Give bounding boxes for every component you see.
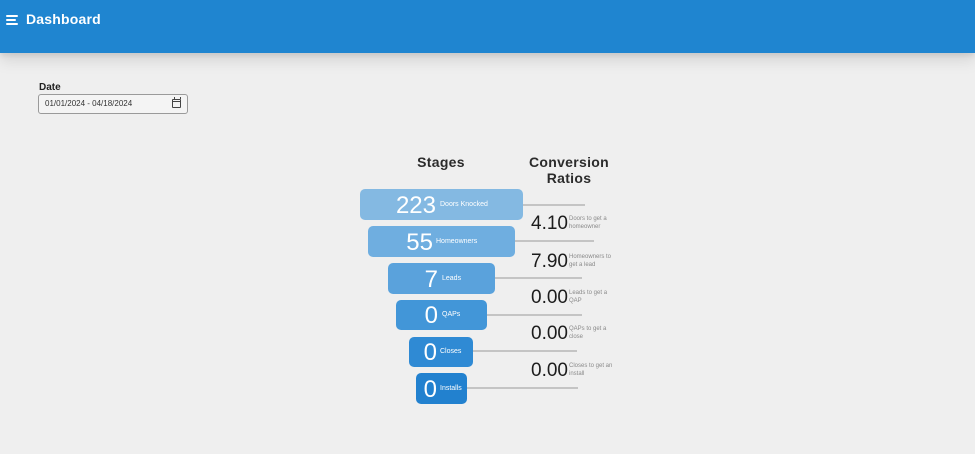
calendar-icon[interactable] [172, 97, 181, 108]
stage-label: Installs [440, 385, 462, 392]
ratio-description: Homeowners to get a lead [569, 254, 612, 268]
stage-leads[interactable]: 7 Leads [388, 263, 495, 294]
ratio-value: 7.90 [531, 251, 568, 272]
ratio-value: 0.00 [531, 360, 568, 381]
stage-value: 0 [424, 302, 438, 329]
stage-label: Leads [442, 275, 462, 282]
ratio-value: 4.10 [531, 213, 568, 234]
ratio-value: 0.00 [531, 287, 568, 308]
stage-label: Closes [440, 348, 462, 355]
stage-label: Doors Knocked [440, 201, 488, 208]
ratio-description: Leads to get a QAP [569, 290, 608, 304]
stage-closes[interactable]: 0 Closes [409, 337, 473, 367]
top-app-bar: Dashboard [0, 0, 975, 53]
stage-qaps[interactable]: 0 QAPs [396, 300, 487, 330]
stage-connector-line [467, 387, 578, 389]
stage-connector-line [515, 240, 594, 242]
date-range-input[interactable]: 01/01/2024 - 04/18/2024 [38, 94, 188, 114]
ratio-description: Doors to get a homeowner [569, 216, 607, 230]
stage-value: 55 [406, 229, 433, 256]
conversion-ratios-heading: Conversion Ratios [528, 154, 609, 186]
stages-heading: Stages [417, 154, 465, 170]
page-title: Dashboard [26, 11, 101, 27]
stage-doors-knocked[interactable]: 223 Doors Knocked [360, 189, 523, 220]
menu-icon[interactable] [6, 14, 20, 26]
stage-label: QAPs [442, 311, 461, 318]
date-range-value: 01/01/2024 - 04/18/2024 [45, 99, 133, 108]
stage-value: 0 [423, 339, 437, 366]
date-label: Date [39, 82, 61, 93]
stage-installs[interactable]: 0 Installs [416, 373, 467, 404]
stage-value: 223 [395, 192, 436, 219]
ratio-description: Closes to get an install [569, 363, 613, 377]
stage-value: 0 [423, 376, 437, 403]
ratio-description: QAPs to get a close [569, 326, 607, 340]
stage-value: 7 [424, 266, 438, 293]
stage-connector-line [473, 350, 577, 352]
stage-connector-line [487, 314, 582, 316]
stage-label: Homeowners [436, 238, 478, 245]
ratio-value: 0.00 [531, 323, 568, 344]
stage-homeowners[interactable]: 55 Homeowners [368, 226, 515, 257]
stage-connector-line [495, 277, 582, 279]
stage-connector-line [523, 204, 585, 206]
